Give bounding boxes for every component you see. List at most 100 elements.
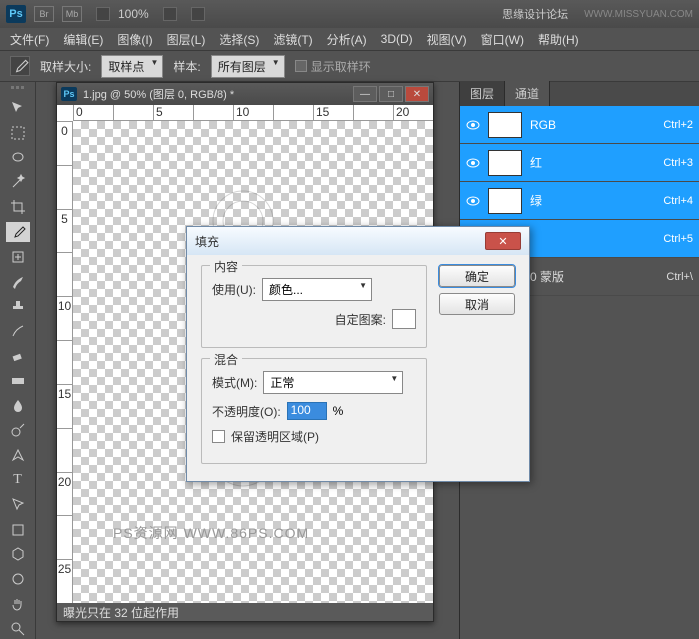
tab-layers[interactable]: 图层: [460, 81, 505, 106]
eye-icon[interactable]: [466, 118, 480, 132]
eraser-tool[interactable]: [6, 346, 30, 367]
dialog-title: 填充: [195, 233, 219, 250]
channel-row[interactable]: 红 Ctrl+3: [460, 144, 699, 182]
bridge-icon[interactable]: Br: [34, 6, 54, 22]
content-legend: 内容: [210, 258, 242, 275]
3d-tool[interactable]: [6, 544, 30, 565]
crop-tool[interactable]: [6, 197, 30, 218]
history-brush-tool[interactable]: [6, 321, 30, 342]
channel-name: 0 蒙版: [530, 268, 658, 285]
toolbox-handle[interactable]: [3, 86, 33, 94]
menubar: 文件(F) 编辑(E) 图像(I) 图层(L) 选择(S) 滤镜(T) 分析(A…: [0, 28, 699, 50]
checkbox-icon: [295, 60, 307, 72]
doc-icon: Ps: [61, 87, 77, 101]
use-label: 使用(U):: [212, 281, 256, 298]
opacity-label: 不透明度(O):: [212, 403, 281, 420]
gradient-tool[interactable]: [6, 370, 30, 391]
stamp-tool[interactable]: [6, 296, 30, 317]
toolbox: T: [0, 82, 36, 639]
app-titlebar: Ps Br Mb 100% 思缘设计论坛 WWW.MISSYUAN.COM: [0, 0, 699, 28]
menu-image[interactable]: 图像(I): [117, 31, 152, 48]
blend-legend: 混合: [210, 351, 242, 368]
preserve-transparency-checkbox[interactable]: [212, 430, 225, 443]
channel-thumb: [488, 188, 522, 214]
cancel-button[interactable]: 取消: [439, 293, 515, 315]
channel-shortcut: Ctrl+5: [663, 233, 693, 245]
eyedropper-tool[interactable]: [6, 222, 30, 243]
channel-thumb: [488, 150, 522, 176]
channel-row[interactable]: 绿 Ctrl+4: [460, 182, 699, 220]
current-tool-icon[interactable]: [10, 56, 30, 76]
mode-label: 模式(M):: [212, 374, 257, 391]
menu-file[interactable]: 文件(F): [10, 31, 49, 48]
sample-size-combo[interactable]: 取样点: [101, 55, 163, 78]
channel-name: 红: [530, 154, 655, 171]
healing-tool[interactable]: [6, 246, 30, 267]
status-text: 曝光只在 32 位起作用: [63, 604, 179, 621]
menu-help[interactable]: 帮助(H): [538, 31, 579, 48]
channel-shortcut: Ctrl+2: [663, 119, 693, 131]
pattern-swatch[interactable]: [392, 309, 416, 329]
percent-label: %: [333, 404, 344, 418]
eye-icon[interactable]: [466, 156, 480, 170]
preserve-label: 保留透明区域(P): [231, 428, 319, 445]
doc-maximize-button[interactable]: □: [379, 86, 403, 102]
path-select-tool[interactable]: [6, 494, 30, 515]
view-extras-icon[interactable]: [96, 7, 110, 21]
ruler-vertical[interactable]: 0510152025: [57, 121, 73, 603]
canvas-watermark: PS资源网 WWW.86PS.COM: [113, 523, 309, 543]
screen-mode-icon[interactable]: [191, 7, 205, 21]
doc-minimize-button[interactable]: —: [353, 86, 377, 102]
brush-tool[interactable]: [6, 271, 30, 292]
hand-tool[interactable]: [6, 594, 30, 615]
tab-channels[interactable]: 通道: [505, 81, 550, 106]
menu-layer[interactable]: 图层(L): [167, 31, 206, 48]
menu-analysis[interactable]: 分析(A): [327, 31, 367, 48]
mode-combo[interactable]: 正常: [263, 371, 403, 394]
eye-icon[interactable]: [466, 194, 480, 208]
marquee-tool[interactable]: [6, 122, 30, 143]
menu-view[interactable]: 视图(V): [427, 31, 467, 48]
dodge-tool[interactable]: [6, 420, 30, 441]
dialog-close-button[interactable]: ✕: [485, 232, 521, 250]
document-title: 1.jpg @ 50% (图层 0, RGB/8) *: [83, 86, 347, 102]
ruler-horizontal[interactable]: 05101520: [73, 105, 433, 121]
minibridge-icon[interactable]: Mb: [62, 6, 82, 22]
arrange-icon[interactable]: [163, 7, 177, 21]
document-titlebar[interactable]: Ps 1.jpg @ 50% (图层 0, RGB/8) * — □ ✕: [57, 83, 433, 105]
dialog-titlebar[interactable]: 填充 ✕: [187, 227, 529, 255]
channel-name: RGB: [530, 118, 655, 132]
options-bar: 取样大小: 取样点 样本: 所有图层 显示取样环: [0, 50, 699, 82]
opacity-field[interactable]: 100: [287, 402, 327, 420]
channel-name: 绿: [530, 192, 655, 209]
sample-size-label: 取样大小:: [40, 58, 91, 75]
menu-edit[interactable]: 编辑(E): [63, 31, 103, 48]
menu-select[interactable]: 选择(S): [219, 31, 259, 48]
sample-combo[interactable]: 所有图层: [211, 55, 285, 78]
document-statusbar: 曝光只在 32 位起作用: [57, 603, 433, 621]
menu-3d[interactable]: 3D(D): [381, 32, 413, 46]
move-tool[interactable]: [6, 98, 30, 119]
custom-pattern-label: 自定图案:: [335, 311, 386, 328]
panel-tabs: 图层 通道: [460, 82, 699, 106]
show-sample-ring-checkbox[interactable]: 显示取样环: [295, 58, 371, 75]
wand-tool[interactable]: [6, 172, 30, 193]
doc-close-button[interactable]: ✕: [405, 86, 429, 102]
3d-camera-tool[interactable]: [6, 569, 30, 590]
use-combo[interactable]: 颜色...: [262, 278, 372, 301]
blur-tool[interactable]: [6, 395, 30, 416]
fill-dialog: 填充 ✕ 内容 使用(U): 颜色... 自定图案: 混合 模式(M):: [186, 226, 530, 482]
app-logo-icon: Ps: [6, 5, 26, 23]
menu-window[interactable]: 窗口(W): [481, 31, 524, 48]
channel-row[interactable]: RGB Ctrl+2: [460, 106, 699, 144]
shape-tool[interactable]: [6, 519, 30, 540]
zoom-level[interactable]: 100%: [118, 7, 149, 21]
zoom-tool[interactable]: [6, 618, 30, 639]
menu-filter[interactable]: 滤镜(T): [273, 31, 312, 48]
type-tool[interactable]: T: [6, 470, 30, 491]
watermark-url: WWW.MISSYUAN.COM: [584, 9, 693, 20]
ok-button[interactable]: 确定: [439, 265, 515, 287]
channel-thumb: [488, 112, 522, 138]
pen-tool[interactable]: [6, 445, 30, 466]
lasso-tool[interactable]: [6, 147, 30, 168]
